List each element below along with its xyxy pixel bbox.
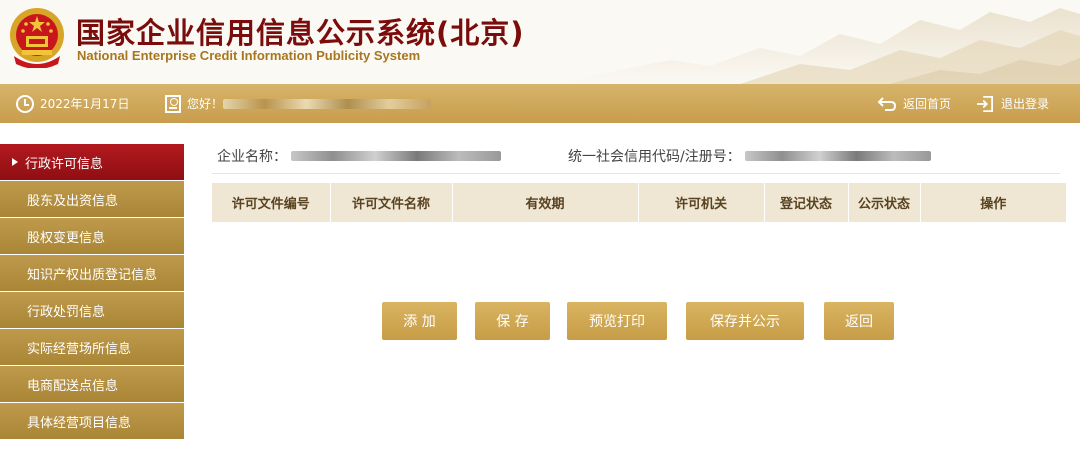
license-table: 许可文件编号 许可文件名称 有效期 许可机关 登记状态 公示状态 操作 xyxy=(212,183,1066,222)
sidebar-nav: 行政许可信息 股东及出资信息 股权变更信息 知识产权出质登记信息 行政处罚信息 … xyxy=(0,144,184,440)
divider xyxy=(212,173,1060,174)
company-name-label: 企业名称： xyxy=(217,149,287,165)
column-header-license-number: 许可文件编号 xyxy=(212,183,331,222)
credit-code-redacted xyxy=(744,151,931,161)
sidebar-item-label: 知识产权出质登记信息 xyxy=(27,267,158,283)
sidebar-item-business-premises[interactable]: 实际经营场所信息 xyxy=(0,329,184,366)
date-text: 2022年1月17日 xyxy=(40,97,130,111)
credit-code-field: 统一社会信用代码/注册号： xyxy=(568,146,931,166)
logout-link[interactable]: 退出登录 xyxy=(975,84,1049,123)
user-card-icon xyxy=(165,94,181,113)
sidebar-item-label: 行政许可信息 xyxy=(25,156,104,172)
top-bar: 2022年1月17日 您好！ 返回首页 退出登录 xyxy=(0,84,1080,123)
sidebar-item-label: 股权变更信息 xyxy=(27,230,106,246)
username-redacted xyxy=(223,98,432,109)
sidebar-item-ecommerce-delivery[interactable]: 电商配送点信息 xyxy=(0,366,184,403)
home-link-label: 返回首页 xyxy=(903,97,952,111)
national-emblem-icon xyxy=(10,8,64,68)
save-button[interactable]: 保 存 xyxy=(475,302,550,340)
column-header-publicity-status: 公示状态 xyxy=(848,183,921,222)
sidebar-item-equity-changes[interactable]: 股权变更信息 xyxy=(0,218,184,255)
column-header-license-name: 许可文件名称 xyxy=(330,183,453,222)
sidebar-item-label: 实际经营场所信息 xyxy=(27,341,132,357)
return-arrow-icon xyxy=(877,96,897,111)
preview-print-button[interactable]: 预览打印 xyxy=(567,302,667,340)
add-button[interactable]: 添 加 xyxy=(382,302,457,340)
mountain-background-image xyxy=(560,8,1080,84)
company-name-redacted xyxy=(291,151,501,161)
home-link[interactable]: 返回首页 xyxy=(877,84,951,123)
table-header-row: 许可文件编号 许可文件名称 有效期 许可机关 登记状态 公示状态 操作 xyxy=(212,183,1066,222)
system-subtitle: National Enterprise Credit Information P… xyxy=(77,48,421,63)
column-header-validity: 有效期 xyxy=(452,183,639,222)
column-header-operation: 操作 xyxy=(980,197,1007,212)
sidebar-item-administrative-license[interactable]: 行政许可信息 xyxy=(0,144,184,181)
sidebar-item-shareholders[interactable]: 股东及出资信息 xyxy=(0,181,184,218)
company-name-field: 企业名称： xyxy=(217,146,501,166)
column-header-registration-status: 登记状态 xyxy=(764,183,849,222)
sidebar-item-label: 具体经营项目信息 xyxy=(27,415,132,431)
clock-icon xyxy=(16,94,34,113)
caret-right-icon xyxy=(12,158,18,166)
logout-link-label: 退出登录 xyxy=(1001,97,1050,111)
system-title: 国家企业信用信息公示系统(北京) xyxy=(76,16,525,50)
sidebar-item-label: 行政处罚信息 xyxy=(27,304,106,320)
logout-icon xyxy=(977,95,993,112)
sidebar-item-business-items[interactable]: 具体经营项目信息 xyxy=(0,403,184,440)
sidebar-item-label: 电商配送点信息 xyxy=(27,378,119,394)
sidebar-item-administrative-penalty[interactable]: 行政处罚信息 xyxy=(0,292,184,329)
back-button[interactable]: 返回 xyxy=(824,302,894,340)
user-greeting: 您好！ xyxy=(165,84,432,123)
greeting-text: 您好！ xyxy=(187,97,224,111)
credit-code-label: 统一社会信用代码/注册号： xyxy=(568,149,741,165)
sidebar-item-label: 股东及出资信息 xyxy=(27,193,119,209)
column-header-authority: 许可机关 xyxy=(638,183,765,222)
site-header: 国家企业信用信息公示系统(北京) National Enterprise Cre… xyxy=(0,0,1080,84)
date-display: 2022年1月17日 xyxy=(16,84,129,123)
sidebar-item-ip-pledge[interactable]: 知识产权出质登记信息 xyxy=(0,255,184,292)
save-and-publish-button[interactable]: 保存并公示 xyxy=(686,302,804,340)
